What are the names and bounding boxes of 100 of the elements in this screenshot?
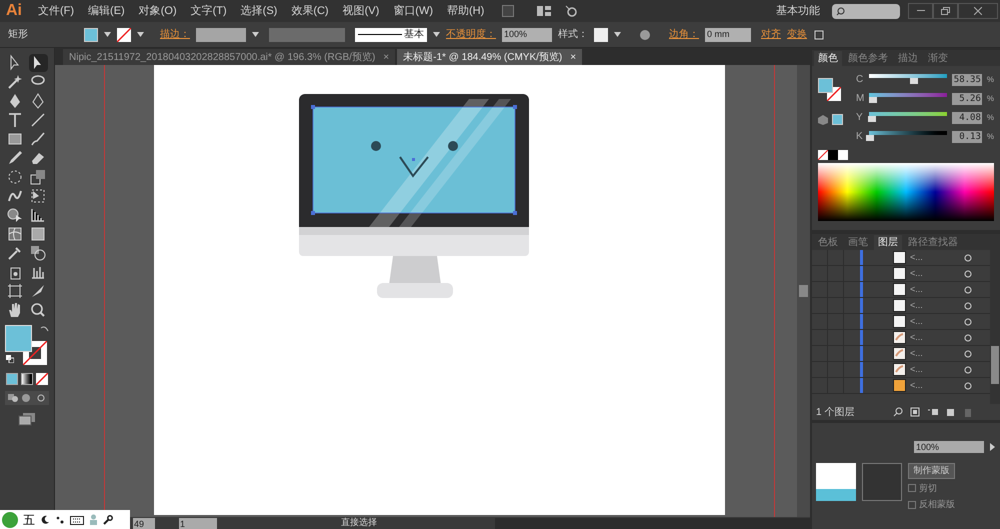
panel-tab[interactable]: 颜色参考 (844, 51, 892, 66)
default-colors-icon[interactable] (6, 355, 14, 363)
opacity-field[interactable]: 100% (502, 28, 552, 42)
make-mask-button[interactable]: 制作蒙版 (908, 463, 955, 478)
swap-icon[interactable] (40, 325, 49, 334)
color-spectrum[interactable] (818, 163, 994, 221)
value-field[interactable]: 5.26 (952, 92, 982, 104)
layer-row[interactable]: <... (812, 266, 990, 282)
opacity-field[interactable]: 100% (914, 441, 984, 453)
new-sublayer-icon[interactable] (927, 407, 940, 417)
panel-tab[interactable]: 描边 (894, 51, 922, 66)
close-icon[interactable]: × (383, 50, 390, 64)
caret-icon[interactable] (252, 32, 259, 37)
arrow-icon[interactable] (988, 443, 996, 451)
draw-mode-buttons[interactable] (5, 391, 49, 405)
zoom-field[interactable]: 49 (133, 518, 155, 528)
slider-thumb[interactable] (868, 116, 876, 122)
close-icon[interactable]: × (570, 50, 576, 64)
opacity-link[interactable]: 不透明度： (446, 27, 496, 42)
layer-row[interactable]: <... (812, 362, 990, 378)
horizontal-scrollbar[interactable] (495, 518, 810, 528)
punctuation-icon[interactable] (55, 514, 65, 524)
scale-icon[interactable] (29, 168, 48, 186)
restore-button[interactable] (933, 3, 958, 19)
workspace-switcher[interactable]: 基本功能 (776, 2, 820, 20)
layer-row[interactable]: <... (812, 378, 990, 394)
panel-tab[interactable]: 画笔 (844, 235, 872, 250)
page-field[interactable]: 1 (179, 518, 217, 528)
value-field[interactable]: 58.35 (952, 74, 982, 86)
document-tab[interactable]: Nipic_21511972_20180403202828857000.ai* @ 196.3% (RGB/预览) × (63, 49, 396, 65)
isolate-icon[interactable] (813, 28, 825, 40)
panel-tab[interactable]: 渐变 (924, 51, 952, 66)
stroke-weight-field[interactable] (196, 28, 246, 42)
color-mode-button[interactable] (6, 373, 18, 385)
menu-item[interactable]: 文件(F) (38, 2, 74, 20)
slider-track[interactable] (869, 93, 947, 104)
slider-thumb[interactable] (910, 78, 918, 84)
gradient-mode-button[interactable] (21, 373, 33, 385)
caret-icon[interactable] (104, 32, 111, 37)
search-field[interactable] (832, 4, 900, 18)
menu-item[interactable]: 帮助(H) (447, 2, 484, 20)
corner-field[interactable]: 0 mm (705, 28, 751, 42)
clip-mask-icon[interactable] (910, 407, 920, 417)
fill-swatch[interactable] (84, 28, 98, 42)
none-mode-button[interactable] (36, 373, 48, 385)
slider-thumb[interactable] (866, 135, 874, 141)
menu-item[interactable]: 视图(V) (342, 2, 380, 20)
vertical-scrollbar[interactable] (797, 65, 810, 517)
slider-thumb[interactable] (868, 97, 877, 103)
corner-link[interactable]: 边角： (669, 27, 699, 42)
layer-row[interactable]: <... (812, 314, 990, 330)
transform-link[interactable]: 变换 (787, 27, 807, 42)
screen-mode-icon[interactable] (18, 413, 36, 426)
caret-icon[interactable] (137, 32, 144, 37)
color-swatch[interactable] (838, 150, 848, 160)
stroke-style-dropdown[interactable]: 基本 (355, 28, 427, 42)
fill-swatch[interactable] (5, 325, 32, 352)
pencil-icon[interactable] (6, 149, 25, 167)
keyboard-icon[interactable] (70, 514, 84, 524)
menu-item[interactable]: 文字(T) (190, 2, 227, 20)
layer-row[interactable]: <... (812, 250, 990, 266)
checkbox[interactable] (908, 500, 916, 509)
search-icon[interactable] (893, 407, 904, 417)
stroke-none-swatch[interactable] (117, 28, 131, 42)
document-tab[interactable]: 未标题-1* @ 184.49% (CMYK/预览) × (397, 49, 582, 65)
layer-row[interactable]: <... (812, 282, 990, 298)
fill-swatch[interactable] (818, 78, 833, 93)
blend-icon[interactable] (29, 244, 48, 262)
input-mode[interactable]: 五 (23, 510, 35, 528)
caret-icon[interactable] (614, 32, 621, 37)
slider-track[interactable] (869, 131, 947, 142)
stroke-link[interactable]: 描边： (160, 27, 190, 42)
moon-icon[interactable] (40, 514, 50, 524)
new-layer-icon[interactable] (946, 407, 956, 417)
menu-item[interactable]: 窗口(W) (393, 2, 433, 20)
panel-tab[interactable]: 路径查找器 (904, 235, 962, 250)
menu-item[interactable]: 编辑(E) (88, 2, 125, 20)
checkbox[interactable] (908, 484, 916, 492)
menu-item[interactable]: 选择(S) (240, 2, 278, 20)
align-link[interactable]: 对齐 (761, 27, 781, 42)
slider-track[interactable] (869, 74, 947, 85)
layer-row[interactable]: <... (812, 346, 990, 362)
panel-tab[interactable]: 颜色 (814, 51, 842, 66)
style-swatch[interactable] (594, 28, 608, 42)
value-field[interactable]: 0.13 (952, 130, 982, 142)
artboard-icon[interactable] (6, 282, 25, 300)
caret-icon[interactable] (433, 32, 440, 37)
panel-tab[interactable]: 图层 (874, 235, 902, 250)
value-field[interactable]: 4.08 (952, 112, 982, 124)
menu-item[interactable]: 对象(O) (138, 2, 177, 20)
none-swatch[interactable] (818, 150, 828, 160)
menu-item[interactable]: 效果(C) (291, 2, 329, 20)
slider-track[interactable] (869, 112, 947, 123)
color-swatch[interactable] (832, 114, 843, 125)
wrench-icon[interactable] (103, 514, 113, 524)
bridge-icon[interactable] (502, 5, 514, 17)
panel-tab[interactable]: 色板 (814, 235, 842, 250)
layer-row[interactable]: <... (812, 298, 990, 314)
color-swatch[interactable] (828, 150, 838, 160)
layers-scrollbar[interactable] (990, 250, 1000, 404)
